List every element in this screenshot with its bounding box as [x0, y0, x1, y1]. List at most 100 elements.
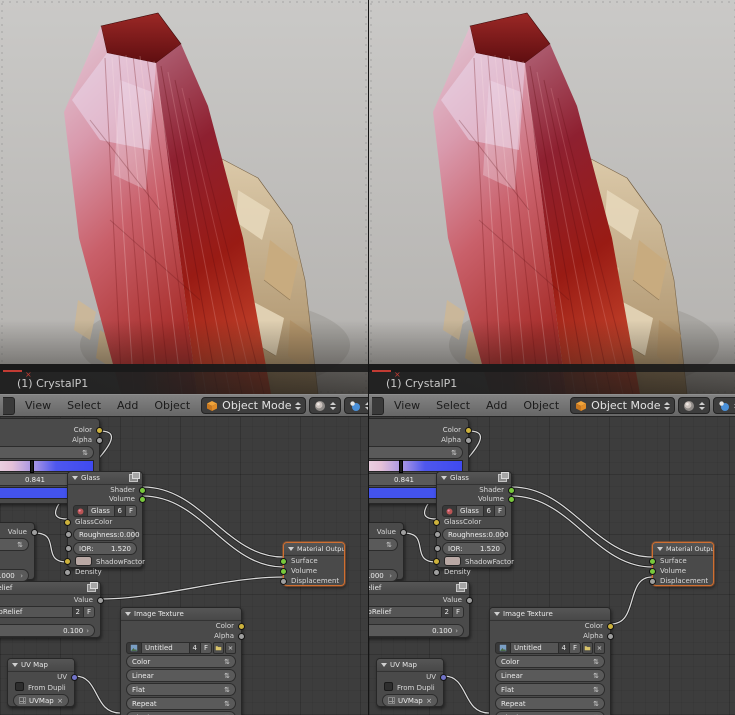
collapse-triangle-icon[interactable]: [125, 612, 131, 616]
glass-ior-slider[interactable]: IOR: 1.520: [434, 542, 506, 555]
socket-volume-out[interactable]: [139, 496, 146, 503]
nodetree-name-field[interactable]: MicroRelief: [0, 606, 72, 618]
from-dupli-checkbox[interactable]: [15, 682, 24, 691]
microrelief-header[interactable]: MicroRelief: [369, 582, 469, 595]
socket-volume-out[interactable]: [508, 496, 515, 503]
users-count-button[interactable]: 6: [482, 505, 494, 517]
interpolation-dropdown[interactable]: Linear ⇅: [126, 669, 236, 682]
socket-displacement-in[interactable]: [649, 578, 656, 585]
value-operation-dropdown[interactable]: ⇅: [0, 538, 29, 551]
socket-color-out[interactable]: [607, 623, 614, 630]
value-operation-dropdown[interactable]: ⇅: [369, 538, 398, 551]
uvmap-header[interactable]: UV Map: [8, 659, 74, 672]
viewport-3d[interactable]: × (1) CrystalP1: [369, 0, 735, 394]
socket-uv-out[interactable]: [440, 674, 447, 681]
open-image-button[interactable]: [582, 642, 593, 654]
microrelief-datablock[interactable]: MicroRelief 2 F: [0, 606, 95, 618]
glass-node-header[interactable]: Glass: [68, 472, 142, 485]
node-uv-map[interactable]: UV Map UV From Dupli UVMap ×: [376, 658, 447, 707]
menu-add[interactable]: Add: [478, 399, 515, 412]
menu-object[interactable]: Object: [515, 399, 567, 412]
node-image-texture[interactable]: Image Texture Color Alpha Untitled 4 F ×…: [489, 607, 614, 715]
users-count-button[interactable]: 6: [113, 505, 125, 517]
mode-dropdown[interactable]: Object Mode: [201, 397, 307, 414]
projection-dropdown[interactable]: Flat ⇅: [126, 683, 236, 696]
pivot-dropdown[interactable]: [344, 397, 368, 414]
image-browse-button[interactable]: [495, 642, 511, 654]
socket-volume-in[interactable]: [649, 568, 656, 575]
users-count-button[interactable]: 2: [440, 606, 452, 618]
node-value[interactable]: Value ⇅ ‹ 12.000 ›: [0, 522, 38, 582]
glass-roughness-slider[interactable]: Roughness: 0.000: [434, 528, 509, 541]
from-dupli-checkbox[interactable]: [384, 682, 393, 691]
nodetree-browse-button[interactable]: [73, 505, 88, 517]
socket-surface-in[interactable]: [280, 558, 287, 565]
socket-glasscolor-in[interactable]: [433, 519, 440, 526]
glass-roughness-slider[interactable]: Roughness: 0.000: [65, 528, 140, 541]
collapse-triangle-icon[interactable]: [494, 612, 500, 616]
node-material-output[interactable]: Material Output Surface Volume Displacem…: [280, 542, 345, 586]
socket-uv-out[interactable]: [71, 674, 78, 681]
glass-node-header[interactable]: Glass: [437, 472, 511, 485]
collapse-triangle-icon[interactable]: [441, 476, 447, 480]
collapse-triangle-icon[interactable]: [381, 663, 387, 667]
fake-user-button[interactable]: F: [493, 505, 506, 517]
users-count-button[interactable]: 4: [557, 642, 569, 654]
uvmap-header[interactable]: UV Map: [377, 659, 443, 672]
image-datablock[interactable]: Untitled 4 F ×: [126, 642, 236, 654]
socket-value-out[interactable]: [97, 597, 104, 604]
socket-roughness-in[interactable]: [65, 531, 72, 538]
mode-dropdown[interactable]: Object Mode: [570, 397, 676, 414]
shading-dropdown[interactable]: [678, 397, 711, 414]
nodetree-name-field[interactable]: Glass: [457, 505, 483, 517]
socket-displacement-in[interactable]: [280, 578, 287, 585]
ramp-handle-selected[interactable]: [399, 460, 404, 473]
fake-user-button[interactable]: F: [124, 505, 137, 517]
node-microrelief-group[interactable]: MicroRelief Value MicroRelief 2 F ‹ 0.10…: [369, 581, 473, 638]
shading-dropdown[interactable]: [309, 397, 342, 414]
increment-arrow-icon[interactable]: ›: [389, 572, 392, 580]
open-image-button[interactable]: [213, 642, 224, 654]
socket-alpha-out[interactable]: [607, 633, 614, 640]
projection-dropdown[interactable]: Flat ⇅: [495, 683, 605, 696]
color-space-dropdown[interactable]: Color ⇅: [126, 655, 236, 668]
editor-type-button[interactable]: [372, 396, 384, 415]
source-dropdown[interactable]: Single Image⇅: [495, 711, 605, 715]
fake-user-button[interactable]: F: [199, 642, 212, 654]
socket-ior-in[interactable]: [434, 545, 441, 552]
increment-arrow-icon[interactable]: ›: [86, 627, 89, 635]
node-glass-group[interactable]: Glass Shader Volume Glass 6 F GlassColor: [433, 471, 515, 576]
node-image-texture[interactable]: Image Texture Color Alpha Untitled 4 F ×…: [120, 607, 245, 715]
viewport-3d[interactable]: × (1) CrystalP1: [0, 0, 368, 394]
nodetree-name-field[interactable]: MicroRelief: [369, 606, 441, 618]
glass-datablock[interactable]: Glass 6 F: [73, 505, 137, 517]
color-space-dropdown[interactable]: Color ⇅: [495, 655, 605, 668]
menu-view[interactable]: View: [386, 399, 428, 412]
collapse-triangle-icon[interactable]: [72, 476, 78, 480]
unlink-image-button[interactable]: ×: [225, 642, 236, 654]
socket-shadowfactor-in[interactable]: [64, 558, 71, 565]
socket-ior-in[interactable]: [65, 545, 72, 552]
socket-alpha-out[interactable]: [96, 437, 103, 444]
node-glass-group[interactable]: Glass Shader Volume Glass 6 F GlassColor: [64, 471, 146, 576]
image-browse-button[interactable]: [126, 642, 142, 654]
collapse-triangle-icon[interactable]: [288, 547, 294, 551]
menu-view[interactable]: View: [17, 399, 59, 412]
collapse-triangle-icon[interactable]: [12, 663, 18, 667]
increment-arrow-icon[interactable]: ›: [20, 572, 23, 580]
colorramp-interpolation-dropdown[interactable]: Ease⇅: [0, 446, 94, 459]
editor-type-button[interactable]: [3, 396, 15, 415]
interpolation-dropdown[interactable]: Linear ⇅: [495, 669, 605, 682]
users-count-button[interactable]: 4: [188, 642, 200, 654]
socket-value-out[interactable]: [466, 597, 473, 604]
uvmap-select-dropdown[interactable]: UVMap ×: [13, 694, 69, 707]
menu-add[interactable]: Add: [109, 399, 146, 412]
nodetree-name-field[interactable]: Glass: [88, 505, 114, 517]
fake-user-button[interactable]: F: [82, 606, 95, 618]
node-editor[interactable]: Color Alpha Ease⇅ ‹ 0.841 › Value: [369, 417, 735, 715]
microrelief-header[interactable]: MicroRelief: [0, 582, 100, 595]
clear-uvmap-icon[interactable]: ×: [426, 697, 432, 705]
socket-color-out[interactable]: [238, 623, 245, 630]
menu-object[interactable]: Object: [146, 399, 198, 412]
collapse-triangle-icon[interactable]: [657, 547, 663, 551]
